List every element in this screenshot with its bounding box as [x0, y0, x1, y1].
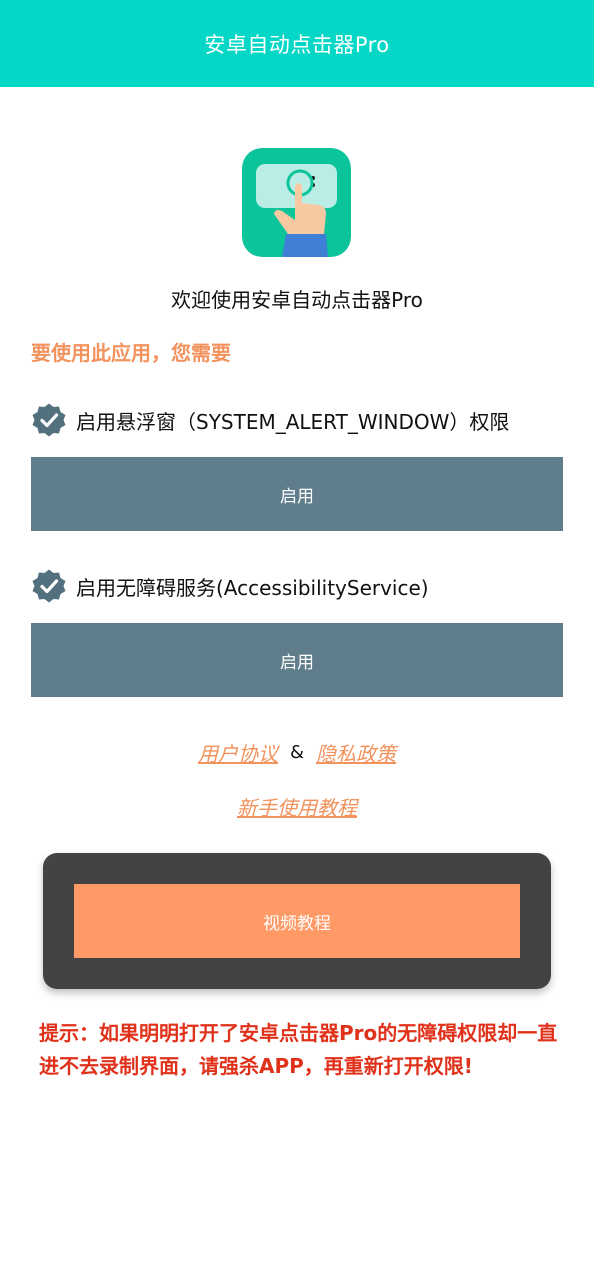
app-header: 安卓自动点击器Pro: [0, 0, 594, 87]
permission-label-overlay: 启用悬浮窗（SYSTEM_ALERT_WINDOW）权限: [76, 409, 510, 434]
app-logo: [242, 148, 351, 257]
policy-links: 用户协议 & 隐私政策: [0, 738, 594, 767]
enable-overlay-button[interactable]: 启用: [31, 457, 563, 531]
privacy-policy-link[interactable]: 隐私政策: [316, 738, 396, 767]
welcome-text: 欢迎使用安卓自动点击器Pro: [171, 288, 423, 312]
check-badge-icon: [32, 403, 66, 437]
user-agreement-link[interactable]: 用户协议: [198, 738, 278, 767]
enable-accessibility-button[interactable]: 启用: [31, 623, 563, 697]
video-tutorial-button[interactable]: 视频教程: [74, 884, 520, 958]
permission-row-overlay: 启用悬浮窗（SYSTEM_ALERT_WINDOW）权限: [31, 402, 509, 438]
tutorial-link-row: 新手使用教程: [0, 792, 594, 821]
permission-label-accessibility: 启用无障碍服务(AccessibilityService): [76, 575, 429, 600]
app-title: 安卓自动点击器Pro: [204, 32, 390, 57]
tip-message: 提示：如果明明打开了安卓点击器Pro的无障碍权限却一直进不去录制界面，请强杀AP…: [39, 1021, 558, 1078]
video-tutorial-card: 视频教程: [43, 853, 551, 989]
check-badge-icon: [32, 569, 66, 603]
permission-row-accessibility: 启用无障碍服务(AccessibilityService): [31, 568, 429, 604]
auto-clicker-app-icon: [242, 148, 351, 257]
requirement-label: 要使用此应用，您需要: [31, 341, 231, 365]
ampersand-separator: &: [289, 742, 305, 763]
beginner-tutorial-link[interactable]: 新手使用教程: [237, 796, 357, 820]
